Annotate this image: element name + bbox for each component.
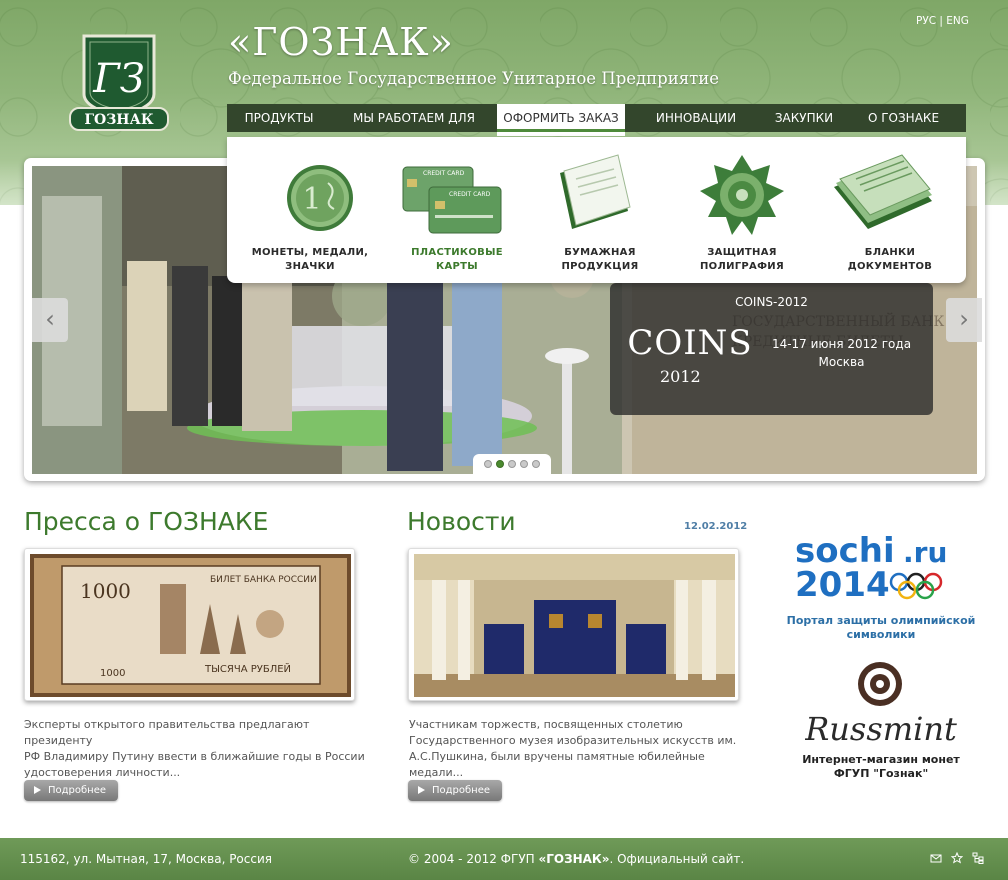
- press-text: Эксперты открытого правительства предлаг…: [24, 717, 369, 781]
- slider-dot-3[interactable]: [508, 460, 516, 468]
- copyright-brand: «ГОЗНАК»: [538, 852, 610, 866]
- news-title[interactable]: Новости: [407, 507, 516, 536]
- news-text-line: Участникам торжеств, посвященных столети…: [409, 718, 683, 731]
- nav-item-innovations[interactable]: ИННОВАЦИИ: [625, 104, 767, 132]
- press-more-button[interactable]: Подробнее: [24, 780, 118, 801]
- banknote-denomination: 1000: [80, 579, 131, 603]
- lang-ru-link[interactable]: РУС: [916, 15, 936, 27]
- footer-icons: [930, 852, 984, 864]
- coins-logo: COINS: [627, 323, 753, 363]
- dropdown-label: ЗАЩИТНАЯ: [707, 247, 777, 258]
- sochi-label-line: Портал защиты олимпийской: [786, 614, 976, 627]
- rosette-icon: [700, 155, 784, 235]
- dropdown-label: МОНЕТЫ, МЕДАЛИ,: [251, 247, 369, 258]
- svg-text:1: 1: [302, 182, 321, 217]
- dropdown-label: ПРОДУКЦИЯ: [561, 261, 639, 272]
- news-photo[interactable]: [408, 548, 739, 701]
- news-more-button[interactable]: Подробнее: [408, 780, 502, 801]
- more-button-label: Подробнее: [432, 785, 491, 796]
- nav-item-order[interactable]: ОФОРМИТЬ ЗАКАЗ: [497, 104, 625, 136]
- lang-separator: |: [939, 15, 943, 27]
- dropdown-label: БУМАЖНАЯ: [564, 247, 636, 258]
- card-text: CREDIT CARD: [423, 170, 465, 177]
- russmint-logo-text: Russmint: [805, 710, 957, 748]
- more-button-label: Подробнее: [48, 785, 107, 796]
- lang-en-link[interactable]: ENG: [946, 15, 969, 27]
- svg-text:ГЗ: ГЗ: [92, 56, 144, 102]
- copyright-prefix: © 2004 - 2012 ФГУП: [408, 852, 539, 866]
- slider-dot-4[interactable]: [520, 460, 528, 468]
- dropdown-label: ПЛАСТИКОВЫЕ: [411, 247, 503, 258]
- card-text: CREDIT CARD: [449, 191, 491, 198]
- banknote-denomination-small: 1000: [100, 668, 125, 679]
- dropdown-label: ДОКУМЕНТОВ: [847, 261, 933, 272]
- slider-pagination: [473, 454, 551, 474]
- star-icon[interactable]: [951, 852, 963, 864]
- dropdown-label: БЛАНКИ: [864, 247, 916, 258]
- news-text-line: А.С.Пушкина, были вручены памятные юбиле…: [409, 750, 705, 779]
- footer: 115162, ул. Мытная, 17, Москва, Россия ©…: [0, 838, 1008, 880]
- slider-dot-2[interactable]: [496, 460, 504, 468]
- goznak-logo[interactable]: ГЗ ГОЗНАК: [68, 30, 170, 134]
- slide-caption: COINS-2012 COINS 2012 14-17 июня 2012 го…: [610, 283, 933, 415]
- sochi-logo-domain: .ru: [903, 536, 947, 569]
- press-text-line: РФ Владимиру Путину ввести в ближайшие г…: [24, 750, 365, 763]
- press-text-line: Эксперты открытого правительства предлаг…: [24, 718, 310, 747]
- play-icon: [418, 786, 425, 794]
- sitemap-icon[interactable]: [972, 852, 984, 864]
- banknote-header: БИЛЕТ БАНКА РОССИИ: [210, 575, 317, 585]
- press-photo[interactable]: 1000 БИЛЕТ БАНКА РОССИИ 1000 ТЫСЯЧА РУБЛ…: [24, 548, 355, 701]
- nav-item-we-work-for[interactable]: МЫ РАБОТАЕМ ДЛЯ: [331, 104, 497, 132]
- russmint-logo[interactable]: Russmint: [805, 660, 957, 748]
- dropdown-label: ЗНАЧКИ: [285, 261, 335, 272]
- sochi-2014-logo[interactable]: sochi .ru 2014: [795, 530, 971, 606]
- news-date: 12.02.2012: [684, 521, 748, 532]
- language-switch: РУС | ENG: [916, 15, 969, 27]
- slider-next-arrow[interactable]: ›: [946, 298, 982, 342]
- slider-dot-1[interactable]: [484, 460, 492, 468]
- play-icon: [34, 786, 41, 794]
- caption-city: Москва: [818, 355, 865, 369]
- copyright-suffix: . Официальный сайт.: [609, 852, 745, 866]
- order-dropdown: 1 МОНЕТЫ, МЕДАЛИ, ЗНАЧКИ CREDIT CARD CRE…: [227, 137, 966, 283]
- russmint-shop-link[interactable]: Интернет-магазин монет ФГУП "Гознак": [786, 753, 976, 781]
- banknote-footer: ТЫСЯЧА РУБЛЕЙ: [204, 662, 291, 675]
- caption-dates: 14-17 июня 2012 года: [771, 337, 912, 351]
- coin-icon: 1: [287, 165, 353, 231]
- news-text-line: Государственного музея изобразительных и…: [409, 734, 737, 747]
- footer-address: 115162, ул. Мытная, 17, Москва, Россия: [20, 852, 272, 866]
- dropdown-label: ПОЛИГРАФИЯ: [700, 261, 784, 272]
- slider-prev-arrow[interactable]: ‹: [32, 298, 68, 342]
- slider-dot-5[interactable]: [532, 460, 540, 468]
- mail-icon[interactable]: [930, 852, 942, 864]
- caption-title: COINS-2012: [735, 295, 808, 309]
- main-nav: ПРОДУКТЫ МЫ РАБОТАЕМ ДЛЯ ОФОРМИТЬ ЗАКАЗ …: [227, 104, 966, 136]
- sochi-logo-year: 2014: [795, 565, 890, 605]
- banknote-image: 1000 БИЛЕТ БАНКА РОССИИ 1000 ТЫСЯЧА РУБЛ…: [30, 554, 351, 697]
- sochi-label-line: символики: [846, 628, 916, 641]
- news-text: Участникам торжеств, посвященных столети…: [409, 717, 759, 781]
- site-title: «ГОЗНАК»: [228, 20, 454, 64]
- footer-copyright: © 2004 - 2012 ФГУП «ГОЗНАК». Официальный…: [408, 852, 744, 866]
- logo-text: ГОЗНАК: [84, 112, 154, 128]
- museum-hall-image: [414, 554, 735, 697]
- press-text-line: удостоверения личности...: [24, 766, 181, 779]
- russmint-label-line: Интернет-магазин монет: [802, 753, 960, 766]
- nav-item-products[interactable]: ПРОДУКТЫ: [227, 104, 331, 132]
- sochi-portal-link[interactable]: Портал защиты олимпийской символики: [786, 614, 976, 642]
- coins-logo-year: 2012: [660, 367, 701, 386]
- press-title[interactable]: Пресса о ГОЗНАКЕ: [24, 507, 268, 536]
- russmint-label-line: ФГУП "Гознак": [833, 767, 929, 780]
- dropdown-label: КАРТЫ: [436, 261, 478, 272]
- paper-icon: [560, 154, 631, 229]
- credit-card-icon: CREDIT CARD CREDIT CARD: [402, 166, 502, 234]
- nav-item-purchases[interactable]: ЗАКУПКИ: [767, 104, 841, 132]
- site-subtitle: Федеральное Государственное Унитарное Пр…: [228, 69, 720, 88]
- nav-item-about[interactable]: О ГОЗНАКЕ: [841, 104, 966, 132]
- documents-icon: [834, 154, 932, 229]
